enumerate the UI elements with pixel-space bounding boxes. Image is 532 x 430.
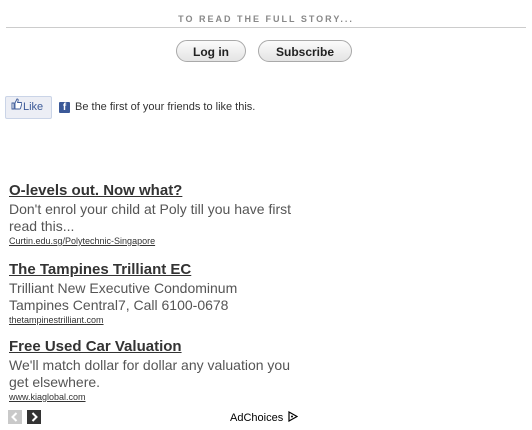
read-full-story-heading: TO READ THE FULL STORY... <box>178 14 354 24</box>
previous-ad-button[interactable] <box>8 410 22 424</box>
facebook-social-text: Be the first of your friends to like thi… <box>75 101 256 113</box>
ad-description-line: Don't enrol your child at Poly till you … <box>9 201 292 217</box>
adchoices-link[interactable]: AdChoices <box>230 410 299 425</box>
subscribe-button[interactable]: Subscribe <box>258 40 352 62</box>
ad-description-line: get elsewhere. <box>9 374 101 390</box>
ad-url-link[interactable]: Curtin.edu.sg/Polytechnic-Singapore <box>9 235 309 247</box>
ad-title-link[interactable]: The Tampines Trilliant EC <box>9 261 309 279</box>
next-ad-button[interactable] <box>27 410 41 424</box>
chevron-right-icon <box>31 412 38 422</box>
ad-description-line: We'll match dollar for dollar any valuat… <box>9 357 290 373</box>
chevron-left-icon <box>11 412 18 422</box>
ad-description-line: Tampines Central7, Call 6100-0678 <box>9 297 229 313</box>
ad-url-link[interactable]: thetampinestrilliant.com <box>9 314 309 326</box>
facebook-like-button[interactable]: Like <box>5 96 52 119</box>
ad-description-line: read this... <box>9 218 75 234</box>
divider <box>6 27 526 28</box>
ad-description-line: Trilliant New Executive Condominum <box>9 280 238 296</box>
ad-item: O-levels out. Now what? Don't enrol your… <box>9 182 309 247</box>
ad-title-link[interactable]: Free Used Car Valuation <box>9 338 309 356</box>
adchoices-label: AdChoices <box>230 412 284 424</box>
ad-title-link[interactable]: O-levels out. Now what? <box>9 182 309 200</box>
ad-item: The Tampines Trilliant EC Trilliant New … <box>9 261 309 326</box>
login-button[interactable]: Log in <box>176 40 246 62</box>
ad-url-link[interactable]: www.kiaglobal.com <box>9 391 309 403</box>
facebook-icon: f <box>59 102 70 113</box>
adchoices-icon <box>288 410 299 425</box>
page: TO READ THE FULL STORY... Log in Subscri… <box>0 0 532 430</box>
thumbs-up-icon <box>11 97 23 118</box>
ad-item: Free Used Car Valuation We'll match doll… <box>9 338 309 403</box>
facebook-like-label: Like <box>23 101 44 113</box>
